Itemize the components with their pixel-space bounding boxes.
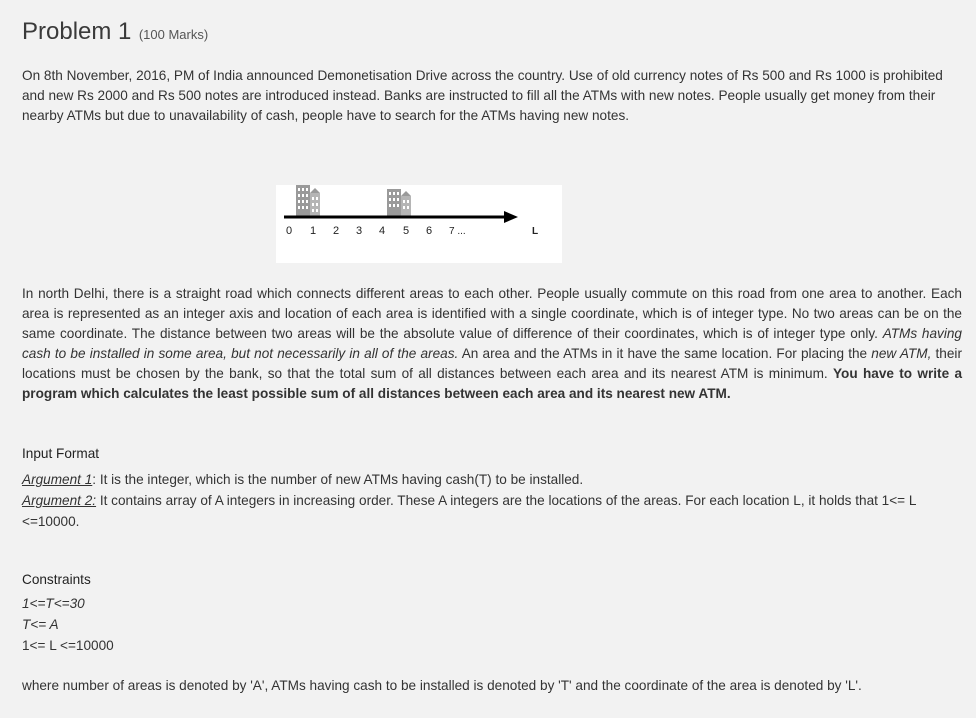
footer-note: where number of areas is denoted by 'A',…: [22, 678, 862, 693]
tick-label: 6: [426, 225, 432, 237]
argument-1: Argument 1: It is the integer, which is …: [22, 469, 962, 490]
page-title: Problem 1: [22, 18, 132, 45]
input-format-heading: Input Format: [22, 446, 100, 461]
number-line-svg: 0 1 2 3 4 5 6 7 ... L: [284, 185, 538, 237]
tick-label: 7 ...: [449, 226, 466, 237]
constraint-item: 1<=T<=30: [22, 596, 85, 611]
constraint-item: 1<= L <=10000: [22, 638, 114, 653]
argument-2: Argument 2: It contains array of A integ…: [22, 490, 962, 532]
argument-1-label: Argument 1: [22, 472, 93, 487]
tick-label: 0: [286, 225, 292, 237]
axis-end-label: L: [532, 226, 538, 237]
tick-label: 3: [356, 225, 362, 237]
description-italic: new ATM,: [871, 346, 932, 361]
title-row: Problem 1 (100 Marks): [22, 18, 208, 46]
tick-label: 1: [310, 225, 316, 237]
building-icon: [387, 189, 411, 216]
constraints-heading: Constraints: [22, 572, 91, 587]
constraint-item: T<= A: [22, 617, 59, 632]
building-icon: [296, 185, 320, 216]
argument-1-text: : It is the integer, which is the number…: [92, 472, 584, 487]
description-text: In north Delhi, there is a straight road…: [22, 286, 962, 341]
intro-paragraph: On 8th November, 2016, PM of India annou…: [22, 68, 943, 123]
argument-2-label: Argument 2:: [22, 493, 97, 508]
marks-label: (100 Marks): [138, 27, 209, 42]
tick-label: 2: [333, 225, 339, 237]
tick-label: 4: [379, 225, 385, 237]
description-text: An area and the ATMs in it have the same…: [458, 346, 872, 361]
description-paragraph: In north Delhi, there is a straight road…: [22, 284, 962, 404]
tick-label: 5: [403, 225, 409, 237]
number-line-figure: 0 1 2 3 4 5 6 7 ... L: [276, 185, 562, 263]
argument-2-text: It contains array of A integers in incre…: [22, 493, 916, 529]
axis-arrowhead: [504, 211, 518, 223]
